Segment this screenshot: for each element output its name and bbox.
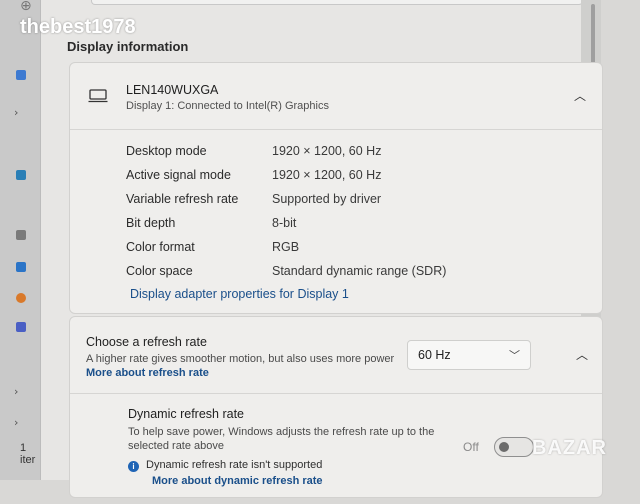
- info-label: Desktop mode: [126, 144, 207, 158]
- settings-window: Display information LEN140WUXGA Display …: [40, 0, 603, 498]
- info-label: Variable refresh rate: [126, 192, 239, 206]
- refresh-rate-dropdown[interactable]: 60 Hz ﹀: [407, 340, 531, 370]
- toggle-knob: [499, 442, 509, 452]
- monitor-icon: [88, 89, 108, 103]
- dynamic-refresh-title: Dynamic refresh rate: [128, 407, 245, 421]
- file-icon: [16, 322, 26, 332]
- chevron-down-icon: ﹀: [509, 349, 520, 362]
- left-window-strip: ⊕ › › › 1 iter: [0, 0, 45, 480]
- refresh-rate-card: Choose a refresh rate A higher rate give…: [69, 316, 603, 498]
- refresh-rate-description: A higher rate gives smoother motion, but…: [86, 352, 396, 380]
- dynamic-refresh-section: Dynamic refresh rate To help save power,…: [70, 393, 602, 504]
- chevron-up-icon[interactable]: ︿: [572, 87, 588, 103]
- watermark-logo: BAZAR: [532, 437, 607, 459]
- display-header[interactable]: LEN140WUXGA Display 1: Connected to Inte…: [70, 63, 602, 130]
- chevron-right-icon[interactable]: ›: [14, 106, 18, 119]
- search-box-edge[interactable]: [91, 0, 583, 5]
- more-about-dynamic-link[interactable]: More about dynamic refresh rate: [152, 475, 323, 487]
- chevron-right-icon[interactable]: ›: [14, 416, 18, 429]
- info-value: Standard dynamic range (SDR): [272, 264, 447, 278]
- info-value: 1920 × 1200, 60 Hz: [272, 144, 382, 158]
- refresh-rate-value: 60 Hz: [418, 348, 451, 362]
- info-label: Color format: [126, 240, 195, 254]
- refresh-desc-text: A higher rate gives smoother motion, but…: [86, 353, 362, 365]
- toggle-state-label: Off: [463, 440, 479, 454]
- info-label: Color space: [126, 264, 193, 278]
- file-icon: [16, 293, 26, 303]
- add-icon[interactable]: ⊕: [20, 0, 32, 14]
- display-info-card: LEN140WUXGA Display 1: Connected to Inte…: [69, 62, 603, 314]
- info-icon: i: [128, 461, 139, 472]
- dynamic-refresh-description: To help save power, Windows adjusts the …: [128, 426, 435, 452]
- display-adapter-link[interactable]: Display adapter properties for Display 1: [130, 287, 349, 301]
- display-subtitle: Display 1: Connected to Intel(R) Graphic…: [126, 100, 329, 112]
- file-icon: [16, 170, 26, 180]
- folder-icon: [16, 70, 26, 80]
- display-name: LEN140WUXGA: [126, 83, 219, 97]
- info-label: Active signal mode: [126, 168, 231, 182]
- info-value: 8-bit: [272, 216, 297, 230]
- info-label: Bit depth: [126, 216, 176, 230]
- file-icon: [16, 262, 26, 272]
- refresh-desc-text: power: [364, 353, 395, 365]
- unsupported-notice: i Dynamic refresh rate isn't supported: [128, 459, 322, 472]
- chevron-right-icon[interactable]: ›: [14, 385, 18, 398]
- info-value: Supported by driver: [272, 192, 382, 206]
- dynamic-refresh-toggle[interactable]: [494, 437, 534, 457]
- file-icon: [16, 230, 26, 240]
- refresh-rate-title: Choose a refresh rate: [86, 335, 207, 349]
- chevron-up-icon[interactable]: ︿: [576, 346, 588, 363]
- notice-text: Dynamic refresh rate isn't supported: [146, 459, 323, 471]
- info-value: RGB: [272, 240, 300, 254]
- info-value: 1920 × 1200, 60 Hz: [272, 168, 382, 182]
- more-about-refresh-link[interactable]: More about refresh rate: [86, 367, 209, 379]
- watermark-username: thebest1978: [20, 16, 136, 38]
- section-title: Display information: [67, 39, 189, 54]
